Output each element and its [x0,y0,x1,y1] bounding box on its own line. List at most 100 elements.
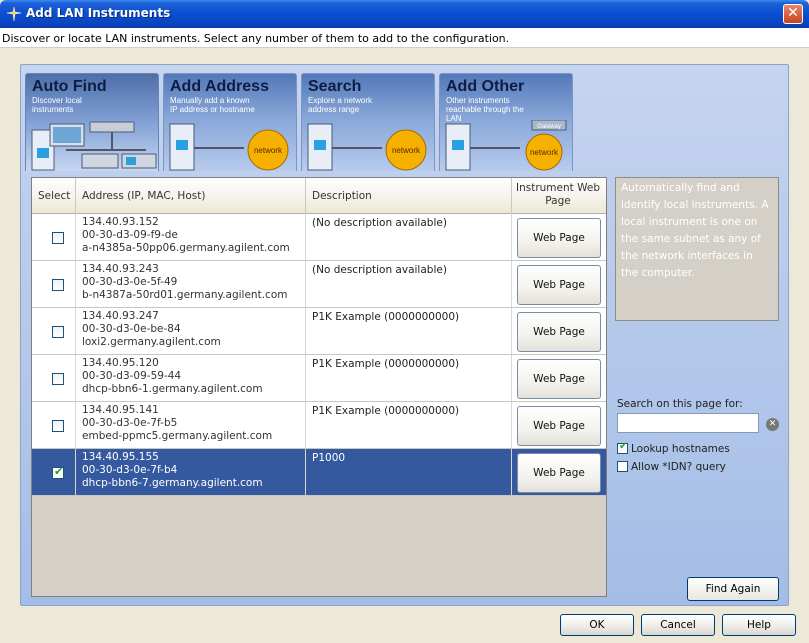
allow-idn-checkbox[interactable] [617,461,628,472]
web-page-button[interactable]: Web Page [517,218,601,258]
address-cell: 134.40.95.155 00-30-d3-0e-7f-b4 dhcp-bbn6-… [76,449,306,495]
cancel-button[interactable]: Cancel [641,614,715,636]
mac-address: 00-30-d3-09-59-44 [82,370,182,382]
tab-subtitle: Explore a network address range [308,96,373,114]
description-cell: (No description available) [306,214,512,260]
row-checkbox[interactable] [52,373,64,385]
network-label: network [392,146,421,155]
mac-address: 00-30-d3-0e-7f-b4 [82,464,178,476]
ip-address: 134.40.93.243 [82,263,159,275]
help-button[interactable]: Help [722,614,796,636]
network-label: network [254,146,283,155]
ip-address: 134.40.95.120 [82,357,159,369]
mac-address: 00-30-d3-0e-be-84 [82,323,181,335]
close-button[interactable]: ✕ [783,4,803,24]
gateway-icon: Gateway network [445,120,567,171]
tab-auto-find[interactable]: Auto Find Discover local instruments [25,73,159,171]
find-again-button[interactable]: Find Again [687,577,779,601]
row-checkbox[interactable] [52,232,64,244]
mac-address: 00-30-d3-09-f9-de [82,229,178,241]
table-row[interactable]: 134.40.95.141 00-30-d3-0e-7f-b5 embed-ppmc… [32,402,606,449]
web-page-button[interactable]: Web Page [517,453,601,493]
gateway-label: Gateway [537,124,561,130]
hostname: a-n4385a-50pp06.germany.agilent.com [82,242,290,254]
description-cell: (No description available) [306,261,512,307]
webpage-cell: Web Page [512,308,606,354]
webpage-cell: Web Page [512,214,606,260]
ip-address: 134.40.95.155 [82,451,159,463]
select-cell [32,308,76,354]
ip-address: 134.40.95.141 [82,404,159,416]
select-cell [32,261,76,307]
tab-subtitle: Manually add a known IP address or hostn… [170,96,255,114]
search-network-icon: network [307,123,427,171]
tab-title: Add Other [446,78,525,95]
ip-address: 134.40.93.152 [82,216,159,228]
title-bar: Add LAN Instruments ✕ [0,0,809,28]
address-cell: 134.40.93.243 00-30-d3-0e-5f-49 b-n4387a-5… [76,261,306,307]
instrument-table: Select Address (IP, MAC, Host) Descripti… [31,177,607,597]
web-page-button[interactable]: Web Page [517,359,601,399]
search-label: Search on this page for: [617,398,743,410]
row-checkbox[interactable]: ✔ [52,465,64,479]
hostname: b-n4387a-50rd01.germany.agilent.com [82,289,288,301]
mac-address: 00-30-d3-0e-7f-b5 [82,417,178,429]
row-checkbox[interactable] [52,279,64,291]
web-page-button[interactable]: Web Page [517,312,601,352]
table-row[interactable]: 134.40.93.152 00-30-d3-09-f9-de a-n4385a-5… [32,214,606,261]
allow-idn-option[interactable]: Allow *IDN? query [617,461,726,473]
lookup-hostnames-checkbox[interactable]: ✔ [617,441,628,454]
hostname: loxi2.germany.agilent.com [82,336,221,348]
webpage-cell: Web Page [512,402,606,448]
network-label: network [530,148,559,157]
table-row[interactable]: 134.40.95.120 00-30-d3-09-59-44 dhcp-bbn6-… [32,355,606,402]
option-label: Allow *IDN? query [631,461,726,473]
row-checkbox[interactable] [52,420,64,432]
tab-add-address[interactable]: Add Address Manually add a known IP addr… [163,73,297,171]
hostname: dhcp-bbn6-7.germany.agilent.com [82,477,263,489]
help-text-box: Automatically find and identify local in… [615,177,779,321]
tab-title: Search [308,78,362,95]
table-row[interactable]: 134.40.93.247 00-30-d3-0e-be-84 loxi2.germ… [32,308,606,355]
local-instruments-icon [31,121,157,171]
select-cell [32,355,76,401]
lookup-hostnames-option[interactable]: ✔ Lookup hostnames [617,441,730,455]
tab-subtitle: Discover local instruments [32,96,82,114]
address-cell: 134.40.93.152 00-30-d3-09-f9-de a-n4385a-5… [76,214,306,260]
row-checkbox[interactable] [52,326,64,338]
address-cell: 134.40.95.141 00-30-d3-0e-7f-b5 embed-ppmc… [76,402,306,448]
select-cell [32,402,76,448]
tab-title: Auto Find [32,78,107,95]
description-cell: P1000 [306,449,512,495]
webpage-cell: Web Page [512,355,606,401]
description-cell: P1K Example (0000000000) [306,402,512,448]
col-select[interactable]: Select [32,178,76,214]
window-title: Add LAN Instruments [26,6,171,20]
main-panel: Auto Find Discover local instruments Add… [20,64,789,606]
tab-title: Add Address [170,78,269,95]
col-address[interactable]: Address (IP, MAC, Host) [76,178,306,214]
table-row[interactable]: 134.40.93.243 00-30-d3-0e-5f-49 b-n4387a-5… [32,261,606,308]
table-header: Select Address (IP, MAC, Host) Descripti… [32,178,606,214]
ip-address: 134.40.93.247 [82,310,159,322]
option-label: Lookup hostnames [631,443,730,455]
web-page-button[interactable]: Web Page [517,265,601,305]
app-icon [6,6,22,22]
table-row[interactable]: ✔ 134.40.95.155 00-30-d3-0e-7f-b4 dhcp-bbn6… [32,449,606,496]
address-cell: 134.40.93.247 00-30-d3-0e-be-84 loxi2.germ… [76,308,306,354]
tab-search[interactable]: Search Explore a network address range n… [301,73,435,171]
hostname: dhcp-bbn6-1.germany.agilent.com [82,383,263,395]
address-cell: 134.40.95.120 00-30-d3-09-59-44 dhcp-bbn6-… [76,355,306,401]
hostname: embed-ppmc5.germany.agilent.com [82,430,273,442]
tab-subtitle: Other instruments reachable through the … [446,96,524,123]
search-input[interactable] [617,413,759,433]
clear-search-icon[interactable]: ✕ [766,418,779,431]
ok-button[interactable]: OK [560,614,634,636]
add-address-icon: network [169,123,289,171]
web-page-button[interactable]: Web Page [517,406,601,446]
col-webpage[interactable]: Instrument Web Page [512,178,606,214]
col-description[interactable]: Description [306,178,512,214]
window-subtitle: Discover or locate LAN instruments. Sele… [0,28,809,48]
description-cell: P1K Example (0000000000) [306,355,512,401]
tab-add-other[interactable]: Add Other Other instruments reachable th… [439,73,573,171]
